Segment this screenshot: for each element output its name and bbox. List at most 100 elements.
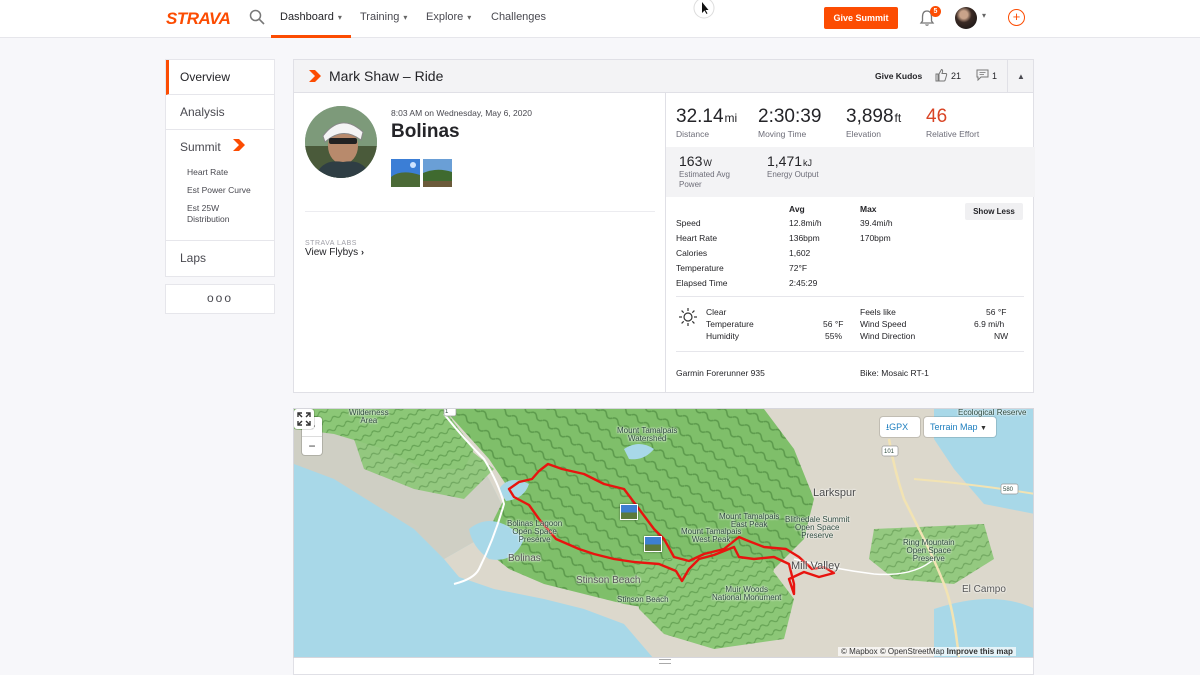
map-attribution: © Mapbox © OpenStreetMap Improve this ma… — [838, 647, 1016, 656]
map-label-bolinas: Bolinas — [508, 553, 541, 564]
divider — [676, 351, 1024, 352]
map-label-mill-valley: Mill Valley — [791, 560, 840, 572]
improve-map-link[interactable]: Improve this map — [947, 647, 1013, 656]
strava-labs-label: STRAVA LABS — [305, 240, 357, 247]
avg-column-header: Avg — [789, 204, 805, 214]
nav-explore[interactable]: Explore ▾ — [426, 11, 471, 23]
weather-condition: Clear — [706, 307, 727, 317]
feels-like-label: Feels like — [860, 307, 896, 317]
highway-580-shield: 580 — [1003, 487, 1014, 493]
map-photo-marker[interactable] — [620, 504, 638, 520]
map-label-tamalpais-watershed: Mount Tamalpais Watershed — [617, 426, 678, 443]
activity-stats: 32.14mi Distance 2:30:39 Moving Time 3,8… — [665, 93, 1035, 393]
stat-power: 163W Estimated Avg Power — [679, 153, 730, 189]
fullscreen-icon[interactable] — [294, 409, 314, 429]
map-photo-marker[interactable] — [644, 536, 662, 552]
map-type-select[interactable]: Terrain Map ▼ — [924, 417, 996, 437]
mapbox-attribution-link[interactable]: © Mapbox — [841, 647, 878, 656]
map-label-muir-woods: Muir Woods National Monument — [712, 585, 782, 602]
map-label-ring-mountain: Ring Mountain Open Space Preserve — [903, 538, 955, 563]
table-row: Speed 12.8mi/h 39.4mi/h — [676, 218, 893, 228]
resize-grip-icon[interactable] — [659, 659, 671, 664]
highway-1-shield: 1 — [445, 409, 449, 415]
sidebar-item-analysis[interactable]: Analysis — [166, 95, 274, 130]
activity-header: Mark Shaw – Ride Give Kudos 21 1 ▲ — [294, 60, 1033, 93]
wind-speed-label: Wind Speed — [860, 319, 907, 329]
mouse-cursor-icon — [693, 0, 715, 19]
comment-icon[interactable] — [976, 69, 989, 81]
search-icon[interactable] — [249, 9, 265, 25]
download-gpx-button[interactable]: ⭳GPX — [880, 417, 920, 437]
map-label-stinson-small: Stinson Beach — [617, 595, 669, 604]
weather-humidity-value: 55% — [825, 331, 843, 341]
table-row: Calories 1,602 — [676, 248, 811, 258]
stat-distance: 32.14mi Distance — [676, 106, 738, 139]
chevron-right-icon: › — [360, 247, 364, 257]
map-label-blithedale: Blithedale Summit Open Space Preserve — [785, 515, 850, 540]
table-row: Temperature 72°F — [676, 263, 808, 273]
table-row: Elapsed Time 2:45:29 — [676, 278, 818, 288]
sidebar-subitem-heart-rate[interactable]: Heart Rate — [180, 167, 274, 178]
ride-chevron-icon — [309, 70, 321, 82]
table-row: Heart Rate 136bpm 170bpm — [676, 233, 891, 243]
sidebar-item-laps[interactable]: Laps — [166, 241, 274, 276]
comment-count[interactable]: 1 — [992, 71, 997, 81]
give-summit-button[interactable]: Give Summit — [824, 7, 898, 29]
stat-relative-effort[interactable]: 46 Relative Effort — [926, 106, 979, 139]
summit-label: Summit — [180, 140, 221, 154]
weather-temp-label: Temperature — [706, 319, 754, 329]
map-label-west-peak: Mount Tamalpais West Peak — [681, 527, 742, 544]
map-label-wilderness: Wilderness Area — [349, 408, 389, 425]
active-nav-underline — [271, 35, 351, 38]
stat-moving-time: 2:30:39 Moving Time — [758, 106, 822, 139]
nav-dashboard[interactable]: Dashboard ▾ — [280, 11, 342, 23]
plus-icon[interactable]: + — [1008, 9, 1025, 26]
view-flybys-link[interactable]: View Flybys › — [305, 247, 364, 258]
activity-photo[interactable] — [391, 159, 420, 187]
bike-name[interactable]: Bike: Mosaic RT-1 — [860, 368, 929, 378]
sun-icon — [679, 308, 697, 326]
zoom-out-button[interactable]: − — [302, 436, 322, 455]
kudos-count[interactable]: 21 — [951, 71, 961, 81]
map-label-ecological-reserve: Ecological Reserve — [958, 408, 1027, 417]
map-label-stinson-beach: Stinson Beach — [576, 575, 641, 586]
more-options-button[interactable]: ooo — [165, 284, 275, 314]
thumbs-up-icon[interactable] — [934, 68, 948, 82]
notification-badge: 5 — [930, 6, 941, 17]
wind-direction-label: Wind Direction — [860, 331, 916, 341]
collapse-chevron-icon[interactable]: ▲ — [1007, 60, 1034, 93]
top-nav: STRAVA Dashboard ▾ Training ▾ Explore ▾ Cha… — [0, 0, 1200, 38]
map-label-bolinas-lagoon: Bolinas Lagoon Open Space Preserve — [507, 519, 563, 544]
wind-direction-value: NW — [994, 331, 1009, 341]
sidebar-item-summit[interactable]: Summit Heart Rate Est Power Curve Est 25… — [166, 130, 274, 241]
activity-card: Mark Shaw – Ride Give Kudos 21 1 ▲ 8:03 … — [293, 59, 1035, 393]
sidebar-subitem-power-curve[interactable]: Est Power Curve — [180, 185, 274, 196]
give-kudos-button[interactable]: Give Kudos — [875, 71, 922, 81]
feels-like-value: 56 °F — [986, 307, 1007, 317]
wind-speed-value: 6.9 mi/h — [974, 319, 1005, 329]
route-map[interactable]: 1 101 580 Wilderness Area Mount Tamalpai… — [293, 408, 1034, 658]
osm-attribution-link[interactable]: © OpenStreetMap — [880, 647, 945, 656]
divider — [676, 296, 1024, 297]
stat-elevation: 3,898ft Elevation — [846, 106, 902, 139]
user-avatar[interactable] — [955, 7, 977, 29]
max-column-header: Max — [860, 204, 877, 214]
chevron-down-icon: ▾ — [403, 13, 408, 22]
strava-logo[interactable]: STRAVA — [166, 9, 231, 29]
activity-photo[interactable] — [423, 159, 452, 187]
stat-energy: 1,471kJ Energy Output — [767, 153, 819, 179]
activity-name: Bolinas — [391, 121, 460, 142]
nav-training[interactable]: Training ▾ — [360, 11, 407, 23]
summit-chevron-icon — [233, 139, 245, 151]
highway-101-shield: 101 — [884, 449, 895, 455]
athlete-avatar[interactable] — [305, 106, 377, 178]
nav-challenges[interactable]: Challenges — [491, 11, 546, 23]
sidebar-item-overview[interactable]: Overview — [166, 60, 274, 95]
map-label-larkspur: Larkspur — [813, 487, 856, 499]
sidebar-subitem-power-distribution[interactable]: Est 25W Distribution — [180, 203, 240, 225]
show-less-button[interactable]: Show Less — [965, 203, 1023, 220]
chevron-down-icon[interactable]: ▾ — [982, 11, 986, 20]
chevron-down-icon: ▼ — [980, 425, 987, 432]
activity-sidebar: Overview Analysis Summit Heart Rate Est … — [165, 59, 275, 314]
weather-humidity-label: Humidity — [706, 331, 740, 341]
